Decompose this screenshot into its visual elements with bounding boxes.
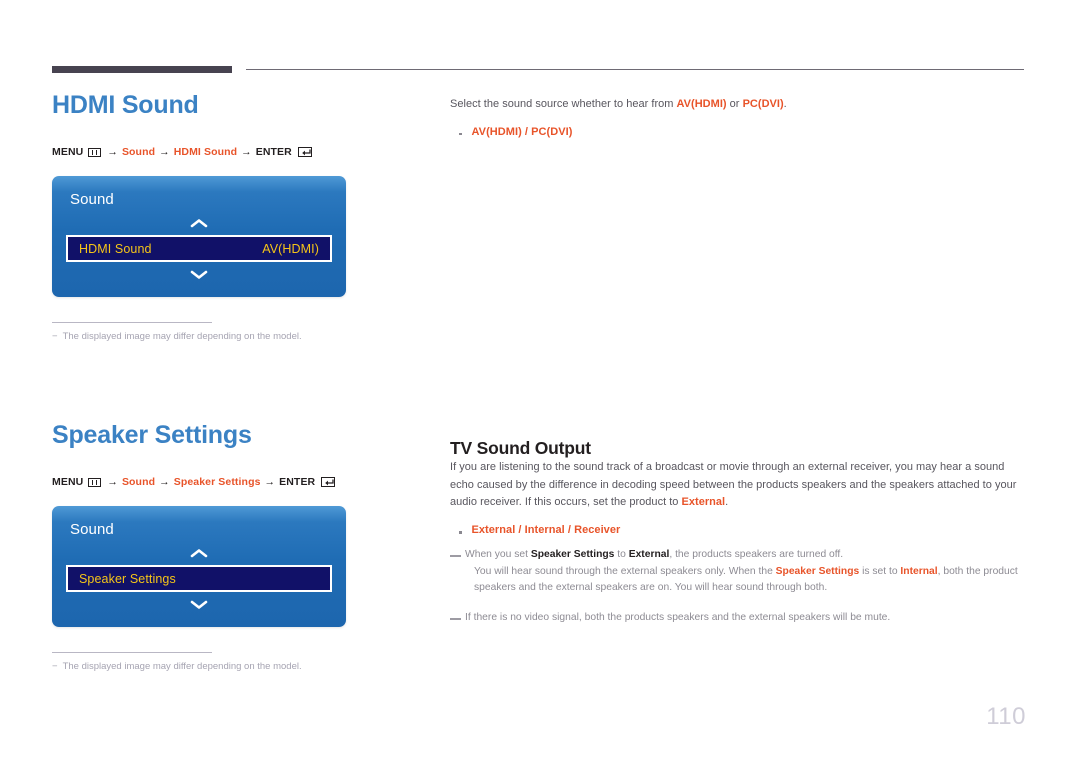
menu-path-menu-label: MENU <box>52 146 84 158</box>
description-hdmi-sound: Select the sound source whether to hear … <box>450 96 1028 138</box>
note1-text-1: When you set <box>465 549 531 561</box>
tv-sound-output-paragraph: If you are listening to the sound track … <box>450 459 1028 512</box>
note1-line2-bold-1: Speaker Settings <box>775 565 860 577</box>
manual-page: HDMI Sound MENU → Sound → HDMI Sound → E… <box>0 0 1080 763</box>
menu-path-step-2: HDMI Sound <box>173 146 238 158</box>
page-title-hdmi-sound: HDMI Sound <box>52 91 199 119</box>
intro-text-mid: or <box>726 98 743 110</box>
right-column: Select the sound source whether to hear … <box>450 96 1028 626</box>
menu-path-arrow-3: → <box>264 476 276 488</box>
note1-line2-text-1: You will hear sound through the external… <box>474 565 776 577</box>
paragraph-accent: External <box>681 496 726 509</box>
chevron-down-icon[interactable] <box>52 596 346 613</box>
intro-text-pre: Select the sound source whether to hear … <box>450 98 677 110</box>
note1-bold-1: Speaker Settings <box>530 549 615 561</box>
menu-path-step-1: Sound <box>121 476 156 488</box>
note-divider <box>52 322 212 323</box>
chevron-down-icon[interactable] <box>52 266 346 283</box>
osd-panel-speaker-settings: Sound Speaker Settings <box>52 506 346 627</box>
osd-note-speaker-settings: − The displayed image may differ dependi… <box>52 652 302 672</box>
intro-option-2: PC(DVI) <box>742 98 784 110</box>
osd-row-speaker-settings[interactable]: Speaker Settings <box>66 565 332 592</box>
section-heading-tv-sound-output: TV Sound Output <box>450 437 591 458</box>
page-title-speaker-settings: Speaker Settings <box>52 421 252 449</box>
menu-path-step-2: Speaker Settings <box>173 476 261 488</box>
menu-path-enter-label: ENTER <box>255 146 292 158</box>
chevron-up-icon[interactable] <box>52 215 346 232</box>
note1-text-3: , the products speakers are turned off. <box>669 549 844 561</box>
menu-path-arrow-1: → <box>107 476 118 488</box>
option-bullet-hdmi-sound: AV(HDMI) / PC(DVI) <box>450 126 1028 138</box>
note-text: The displayed image may differ depending… <box>62 331 302 342</box>
note-divider <box>52 652 212 653</box>
menu-icon <box>88 477 102 487</box>
osd-row-value: AV(HDMI) <box>262 241 319 256</box>
note-body: When you set Speaker Settings to Externa… <box>465 547 1028 596</box>
page-number: 110 <box>986 703 1026 730</box>
menu-path-arrow-3: → <box>241 146 252 158</box>
enter-return-icon <box>297 147 312 157</box>
enter-return-icon <box>321 477 336 487</box>
intro-paragraph: Select the sound source whether to hear … <box>450 96 1028 114</box>
osd-row-hdmi-sound[interactable]: HDMI Sound AV(HDMI) <box>66 235 332 262</box>
note1-line2-bold-2: Internal <box>900 565 938 577</box>
section-hdmi-sound: HDMI Sound MENU → Sound → HDMI Sound → E… <box>52 90 422 342</box>
osd-title: Sound <box>70 521 114 538</box>
menu-path-step-1: Sound <box>121 146 156 158</box>
menu-path-arrow-2: → <box>159 476 170 488</box>
description-tv-sound-output: TV Sound Output If you are listening to … <box>450 438 1028 627</box>
menu-path-arrow-1: → <box>107 146 118 158</box>
note-row: − The displayed image may differ dependi… <box>52 661 302 672</box>
menu-path-menu-label: MENU <box>52 476 84 488</box>
note-dash-icon: − <box>52 661 58 672</box>
menu-path-speaker-settings: MENU → Sound → Speaker Settings → ENTER <box>52 476 422 488</box>
header-rule-thick <box>52 66 232 73</box>
note-no-video-signal: If there is no video signal, both the pr… <box>450 610 1028 626</box>
bullet-dot-icon <box>459 531 462 534</box>
bullet-dot-icon <box>459 132 462 136</box>
menu-path-hdmi-sound: MENU → Sound → HDMI Sound → ENTER <box>52 146 422 158</box>
intro-text-post: . <box>783 98 787 110</box>
note1-bold-2: External <box>628 549 670 561</box>
note1-line2-text-2: is set to <box>859 565 901 577</box>
note1-text-2: to <box>614 549 629 561</box>
note-text: The displayed image may differ depending… <box>62 661 302 672</box>
note-dash-icon <box>450 555 461 558</box>
menu-icon <box>88 147 102 157</box>
menu-path-enter-label: ENTER <box>279 476 316 488</box>
section-speaker-settings: Speaker Settings MENU → Sound → Speaker … <box>52 420 422 672</box>
option-bullet-tv-sound-output: External / Internal / Receiver <box>450 524 1028 536</box>
osd-row-label: HDMI Sound <box>79 241 152 256</box>
note-dash-icon: − <box>52 331 58 342</box>
menu-path-arrow-2: → <box>159 146 170 158</box>
osd-panel-hdmi-sound: Sound HDMI Sound AV(HDMI) <box>52 176 346 297</box>
paragraph-text-pre: If you are listening to the sound track … <box>450 460 1017 509</box>
note-body: If there is no video signal, both the pr… <box>465 612 891 624</box>
left-column: HDMI Sound MENU → Sound → HDMI Sound → E… <box>52 90 422 672</box>
option-list-hdmi-sound: AV(HDMI) / PC(DVI) <box>471 125 573 138</box>
note-speaker-settings-external: When you set Speaker Settings to Externa… <box>450 547 1028 596</box>
paragraph-text-post: . <box>725 496 729 509</box>
note-dash-icon <box>450 618 461 621</box>
osd-note-hdmi-sound: − The displayed image may differ dependi… <box>52 322 302 342</box>
osd-title: Sound <box>70 191 114 208</box>
chevron-up-icon[interactable] <box>52 545 346 562</box>
note1-second-line: You will hear sound through the external… <box>465 564 1028 597</box>
intro-option-1: AV(HDMI) <box>676 98 727 110</box>
note-row: − The displayed image may differ dependi… <box>52 331 302 342</box>
header-rule-thin <box>246 69 1024 70</box>
osd-row-label: Speaker Settings <box>79 571 176 586</box>
option-list-tv-sound-output: External / Internal / Receiver <box>471 524 621 537</box>
